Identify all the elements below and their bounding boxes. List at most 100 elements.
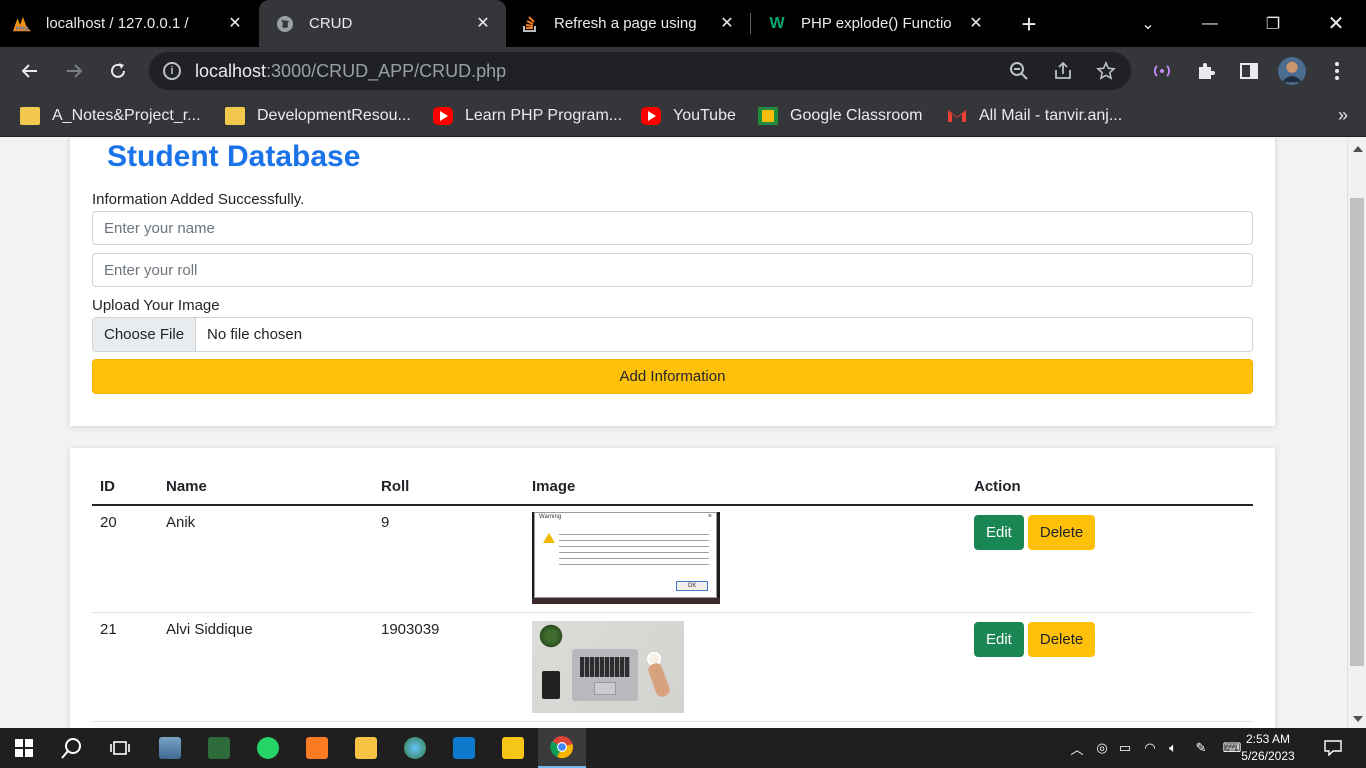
reload-button[interactable] [104,57,132,85]
delete-button[interactable]: Delete [1027,622,1096,657]
new-tab-button[interactable]: + [1013,8,1045,40]
wifi-icon[interactable]: ◠ [1138,728,1162,768]
windows-taskbar: ︿ ◎ ▭ ◠ 🔈︎ ✎ ⌨ 2:53 AM 5/26/2023 [0,728,1366,768]
notebook-shape [542,671,560,699]
vscode-icon [453,737,475,759]
image-bottom-strip [532,598,720,604]
roll-input[interactable]: Enter your roll [92,253,1253,287]
tab-title: localhost / 127.0.0.1 / [46,15,189,32]
battery-icon[interactable]: ▭ [1114,728,1136,768]
pen-icon[interactable]: ✎ [1190,728,1212,768]
bookmark-star-icon[interactable] [1094,59,1118,83]
close-tab-icon[interactable]: ✕ [965,12,987,34]
tab-phpmyadmin[interactable]: PMA localhost / 127.0.0.1 / ✕ [12,0,258,47]
taskbar-app-xampp[interactable] [293,728,341,768]
stackoverflow-icon [520,14,540,34]
close-tab-icon[interactable]: ✕ [472,12,494,34]
profile-avatar[interactable] [1278,57,1306,85]
reload-icon [111,63,125,78]
back-button[interactable] [16,57,44,85]
bookmark-a-notes[interactable]: A_Notes&Project_r... [20,95,201,137]
youtube-icon [433,107,453,125]
taskbar-app-vscode[interactable] [440,728,488,768]
upload-label: Upload Your Image [92,297,220,314]
browser-tab-strip: PMA localhost / 127.0.0.1 / ✕ CRUD ✕ Ref… [0,0,1366,47]
bookmark-development-resources[interactable]: DevelopmentResou... [225,95,411,137]
tab-crud[interactable]: CRUD ✕ [259,0,506,47]
tab-refresh-page[interactable]: Refresh a page using ✕ [520,0,750,47]
bookmark-youtube[interactable]: YouTube [641,95,736,137]
task-view-button[interactable] [96,728,144,768]
search-button[interactable] [48,728,96,768]
volume-icon[interactable]: 🔈︎ [1162,728,1184,768]
header-image: Image [524,469,966,506]
photos-app-icon [159,737,181,759]
minimize-button[interactable]: — [1180,0,1240,47]
scroll-up-arrow-icon[interactable] [1353,146,1363,152]
file-status: No file chosen [207,326,303,343]
delete-button[interactable]: Delete [1027,515,1096,550]
tab-title: Refresh a page using [554,15,697,32]
add-information-button[interactable]: Add Information [92,359,1253,394]
edit-button[interactable]: Edit [974,515,1024,550]
taskbar-app-whatsapp[interactable] [244,728,292,768]
scroll-down-arrow-icon[interactable] [1353,716,1363,722]
forward-button[interactable] [60,57,88,85]
tray-overflow-icon[interactable]: ︿ [1066,728,1088,768]
extensions-puzzle-icon[interactable] [1192,57,1220,85]
edit-button[interactable]: Edit [974,622,1024,657]
chrome-menu-icon[interactable] [1323,57,1351,85]
choose-file-button[interactable]: Choose File [93,318,197,351]
taskbar-app-tool[interactable] [195,728,243,768]
tab-php-explode[interactable]: W PHP explode() Functio ✕ [767,0,999,47]
plant-shape [538,623,564,649]
cell-name: Anik [158,505,373,613]
bookmark-all-mail[interactable]: All Mail - tanvir.anj... [947,95,1122,137]
page-scrollbar[interactable] [1347,138,1366,728]
cast-extension-icon[interactable] [1148,57,1176,85]
clock-time: 2:53 AM [1245,732,1291,746]
warning-ok-button: OK [676,581,708,591]
site-info-icon[interactable]: i [163,62,181,80]
image-file-input[interactable]: Choose File No file chosen [92,317,1253,352]
taskbar-app-browser[interactable] [391,728,439,768]
side-panel-icon[interactable] [1235,57,1263,85]
taskbar-app-chrome[interactable] [538,728,586,768]
bookmark-google-classroom[interactable]: Google Classroom [758,95,923,137]
name-input[interactable]: Enter your name [92,211,1253,245]
bookmarks-overflow-icon[interactable]: » [1338,105,1348,126]
taskbar-app-explorer[interactable] [342,728,390,768]
system-clock[interactable]: 2:53 AM 5/26/2023 [1236,731,1300,765]
notifications-icon[interactable] [1318,728,1348,768]
cell-image [524,612,966,722]
close-window-button[interactable]: ✕ [1306,0,1366,47]
zoom-icon[interactable] [1007,59,1031,83]
tray-app-icon[interactable]: ◎ [1091,728,1113,768]
tab-search-icon[interactable]: ⌄ [1118,0,1178,47]
start-button[interactable] [0,728,48,768]
cell-action: Edit Delete [966,612,1253,722]
forward-arrow-icon [67,64,83,78]
taskbar-app-player[interactable] [489,728,537,768]
globe-icon [275,14,295,34]
folder-icon [225,107,245,125]
close-tab-icon[interactable]: ✕ [224,12,246,34]
share-icon[interactable] [1051,59,1075,83]
cell-id: 21 [92,612,158,722]
close-tab-icon[interactable]: ✕ [716,12,738,34]
bookmark-learn-php[interactable]: Learn PHP Program... [433,95,622,137]
restore-button[interactable]: ❐ [1243,0,1303,47]
taskbar-app-photos[interactable] [146,728,194,768]
chrome-icon [550,736,573,759]
folder-icon [20,107,40,125]
success-message: Information Added Successfully. [92,191,305,208]
address-url: localhost:3000/CRUD_APP/CRUD.php [195,61,507,81]
header-id: ID [92,469,158,506]
search-icon [61,738,81,759]
cell-image: Warning × OK [524,505,966,613]
scrollbar-thumb[interactable] [1350,198,1364,666]
warning-title: Warning [539,514,562,520]
address-bar[interactable]: i localhost:3000/CRUD_APP/CRUD.php [149,52,1131,90]
table-card: ID Name Roll Image Action 20 Anik 9 Warn… [70,448,1275,728]
warning-dialog-image: Warning × OK [534,512,717,598]
